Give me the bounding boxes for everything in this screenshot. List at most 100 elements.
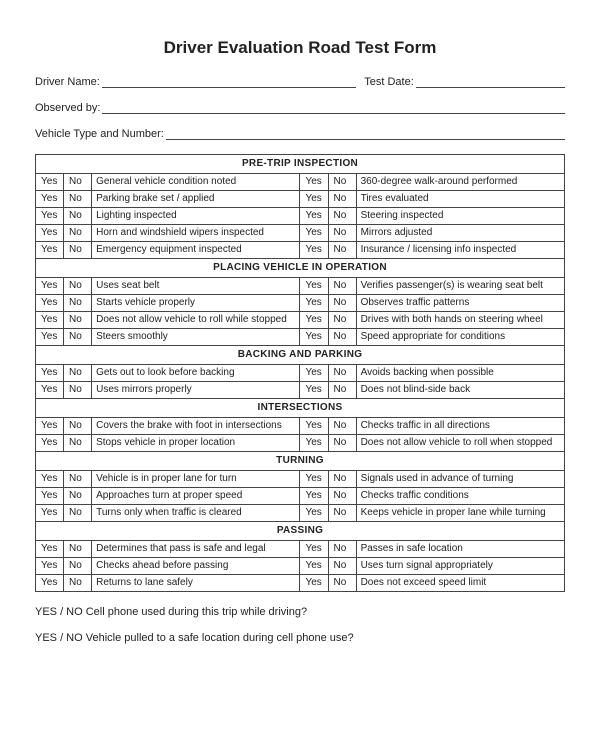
cell-item: Does not allow vehicle to roll when stop… [356,435,564,452]
cell-no[interactable]: No [328,505,356,522]
cell-yes[interactable]: Yes [36,505,64,522]
cell-yes[interactable]: Yes [300,278,328,295]
cell-no[interactable]: No [328,208,356,225]
cell-no[interactable]: No [64,575,92,592]
cell-yes[interactable]: Yes [36,418,64,435]
cell-no[interactable]: No [64,541,92,558]
cell-yes[interactable]: Yes [300,382,328,399]
input-observed-by[interactable] [102,102,565,114]
cell-yes[interactable]: Yes [36,365,64,382]
table-row: YesNoParking brake set / appliedYesNoTir… [36,191,565,208]
cell-no[interactable]: No [64,191,92,208]
cell-yes[interactable]: Yes [300,365,328,382]
label-observed-by: Observed by: [35,102,100,114]
cell-no[interactable]: No [328,488,356,505]
cell-yes[interactable]: Yes [300,295,328,312]
cell-yes[interactable]: Yes [300,418,328,435]
cell-no[interactable]: No [64,435,92,452]
cell-yes[interactable]: Yes [36,174,64,191]
cell-yes[interactable]: Yes [36,225,64,242]
input-vehicle[interactable] [166,128,565,140]
cell-no[interactable]: No [328,278,356,295]
cell-yes[interactable]: Yes [300,225,328,242]
cell-no[interactable]: No [64,242,92,259]
cell-no[interactable]: No [328,329,356,346]
cell-no[interactable]: No [64,329,92,346]
input-driver-name[interactable] [102,76,356,88]
cell-no[interactable]: No [328,382,356,399]
cell-no[interactable]: No [64,312,92,329]
cell-yes[interactable]: Yes [300,471,328,488]
cell-item: Does not allow vehicle to roll while sto… [92,312,300,329]
cell-no[interactable]: No [64,505,92,522]
footer-questions: YES / NO Cell phone used during this tri… [35,606,565,644]
question-safe-location[interactable]: YES / NO Vehicle pulled to a safe locati… [35,632,565,644]
label-driver-name: Driver Name: [35,76,100,88]
cell-yes[interactable]: Yes [300,488,328,505]
cell-no[interactable]: No [328,242,356,259]
cell-yes[interactable]: Yes [36,242,64,259]
cell-no[interactable]: No [64,558,92,575]
cell-no[interactable]: No [328,575,356,592]
cell-no[interactable]: No [64,471,92,488]
table-row: YesNoReturns to lane safelyYesNoDoes not… [36,575,565,592]
cell-no[interactable]: No [328,312,356,329]
cell-no[interactable]: No [328,191,356,208]
section-header: TURNING [36,452,565,471]
cell-no[interactable]: No [64,208,92,225]
cell-no[interactable]: No [328,174,356,191]
input-test-date[interactable] [416,76,565,88]
table-row: YesNoEmergency equipment inspectedYesNoI… [36,242,565,259]
cell-yes[interactable]: Yes [36,191,64,208]
cell-yes[interactable]: Yes [36,541,64,558]
cell-no[interactable]: No [64,418,92,435]
cell-no[interactable]: No [64,295,92,312]
cell-no[interactable]: No [328,471,356,488]
cell-yes[interactable]: Yes [300,575,328,592]
table-row: YesNoDoes not allow vehicle to roll whil… [36,312,565,329]
cell-yes[interactable]: Yes [300,208,328,225]
cell-no[interactable]: No [64,225,92,242]
cell-no[interactable]: No [64,174,92,191]
cell-yes[interactable]: Yes [36,471,64,488]
cell-yes[interactable]: Yes [36,435,64,452]
cell-yes[interactable]: Yes [36,382,64,399]
cell-no[interactable]: No [328,365,356,382]
cell-no[interactable]: No [328,541,356,558]
form-title: Driver Evaluation Road Test Form [35,38,565,58]
cell-no[interactable]: No [328,225,356,242]
cell-no[interactable]: No [328,295,356,312]
cell-item: Emergency equipment inspected [92,242,300,259]
cell-yes[interactable]: Yes [36,208,64,225]
cell-yes[interactable]: Yes [300,242,328,259]
cell-yes[interactable]: Yes [36,575,64,592]
cell-yes[interactable]: Yes [300,191,328,208]
cell-item: Tires evaluated [356,191,564,208]
cell-yes[interactable]: Yes [300,329,328,346]
cell-yes[interactable]: Yes [36,488,64,505]
cell-yes[interactable]: Yes [300,541,328,558]
cell-no[interactable]: No [328,435,356,452]
cell-yes[interactable]: Yes [36,278,64,295]
cell-yes[interactable]: Yes [36,329,64,346]
table-row: YesNoUses seat beltYesNoVerifies passeng… [36,278,565,295]
table-row: YesNoHorn and windshield wipers inspecte… [36,225,565,242]
cell-yes[interactable]: Yes [300,174,328,191]
cell-yes[interactable]: Yes [300,558,328,575]
cell-item: Keeps vehicle in proper lane while turni… [356,505,564,522]
row-observed: Observed by: [35,102,565,114]
cell-no[interactable]: No [64,382,92,399]
cell-yes[interactable]: Yes [300,312,328,329]
cell-yes[interactable]: Yes [36,295,64,312]
cell-yes[interactable]: Yes [300,435,328,452]
cell-item: Checks traffic in all directions [356,418,564,435]
cell-yes[interactable]: Yes [36,558,64,575]
cell-yes[interactable]: Yes [300,505,328,522]
cell-no[interactable]: No [64,365,92,382]
cell-yes[interactable]: Yes [36,312,64,329]
question-cell-phone-used[interactable]: YES / NO Cell phone used during this tri… [35,606,565,618]
cell-no[interactable]: No [64,278,92,295]
cell-no[interactable]: No [64,488,92,505]
cell-no[interactable]: No [328,558,356,575]
cell-no[interactable]: No [328,418,356,435]
